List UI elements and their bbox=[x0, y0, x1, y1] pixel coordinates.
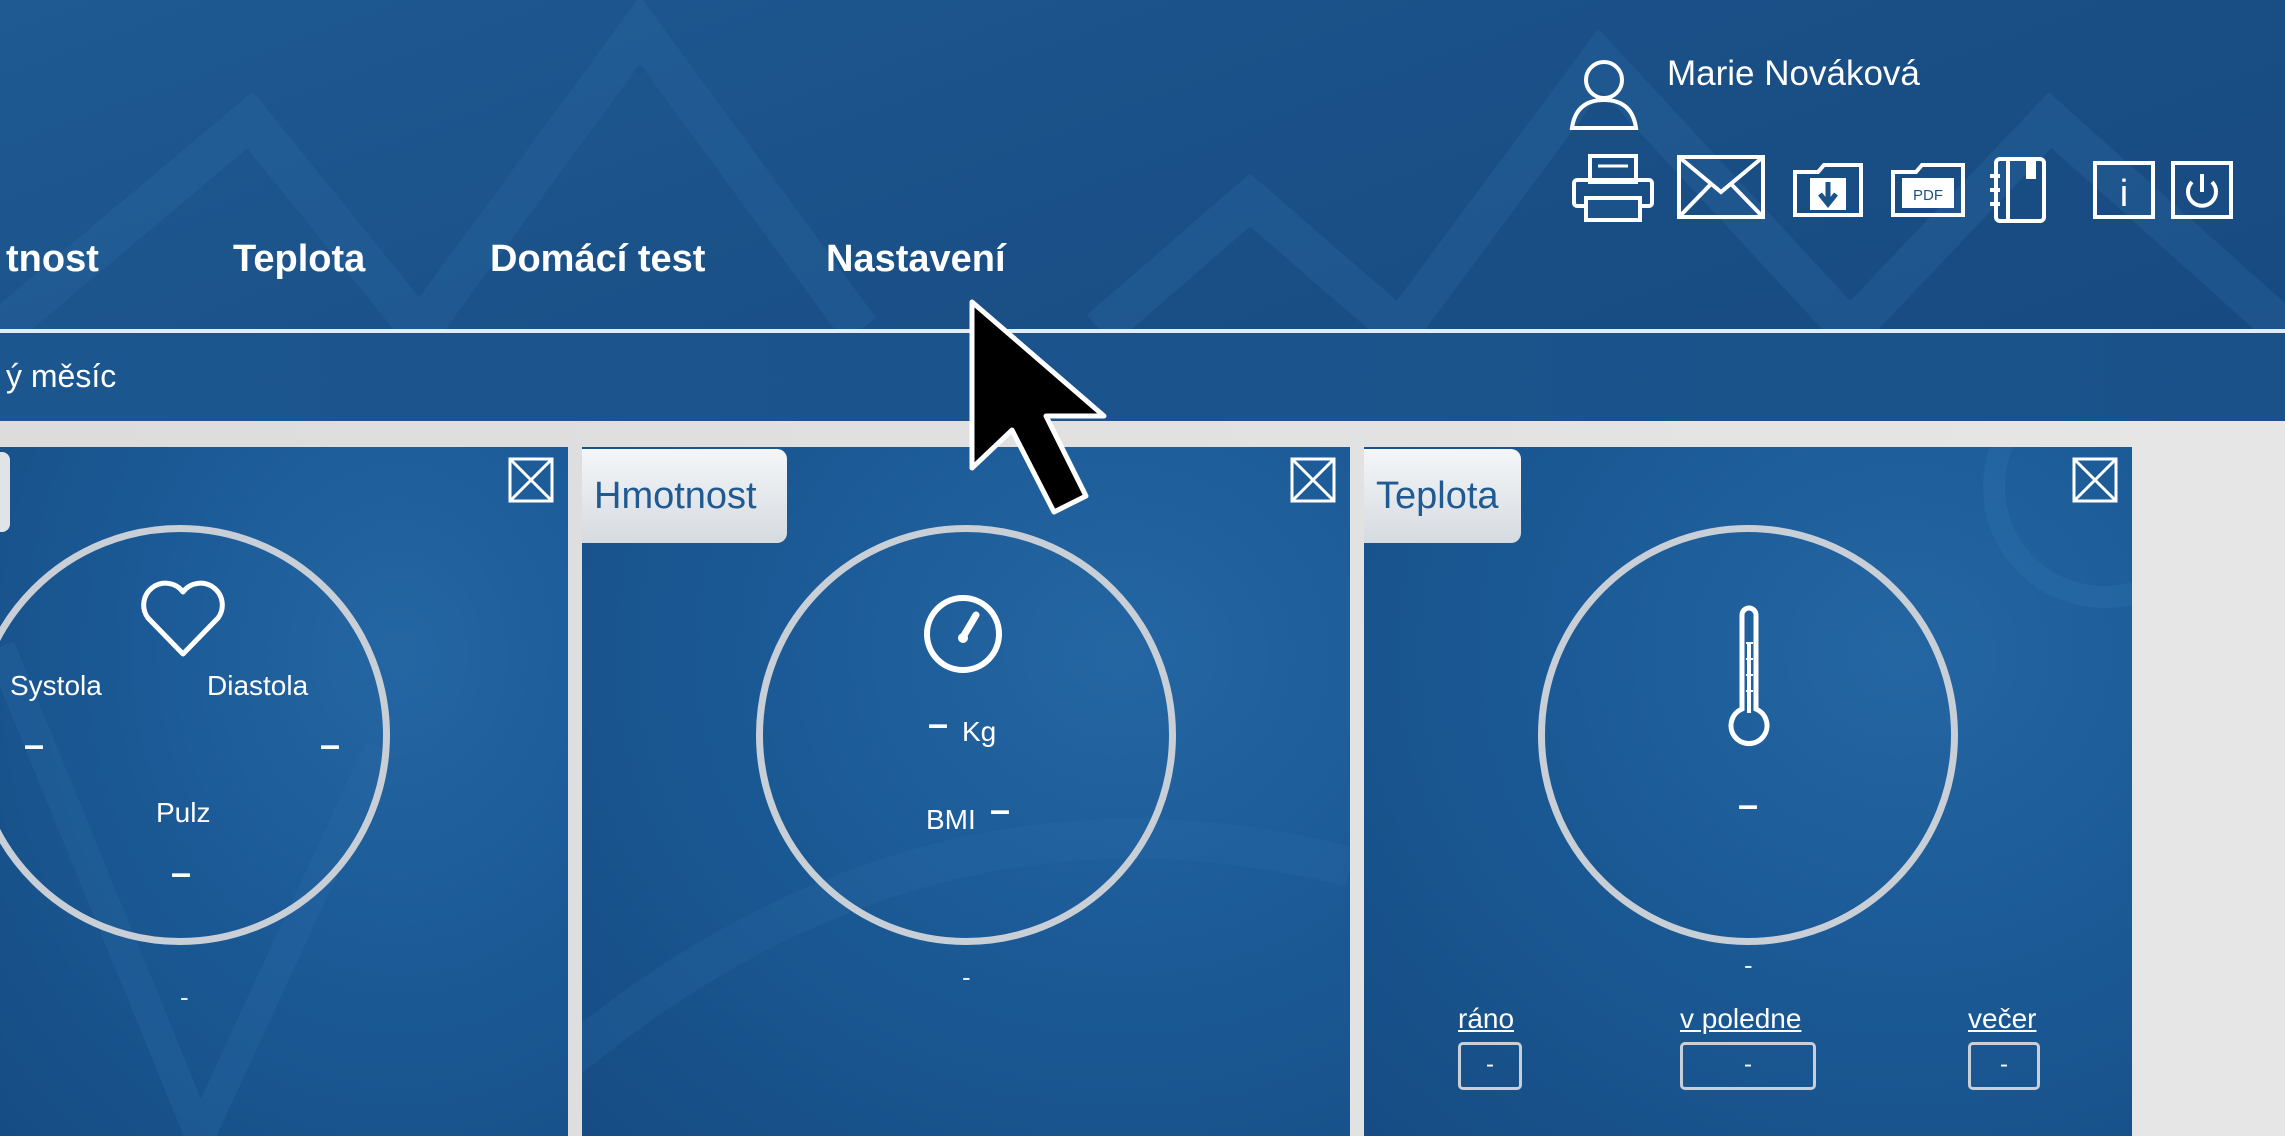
user-icon[interactable] bbox=[1568, 56, 1640, 135]
thermometer-icon bbox=[1726, 603, 1772, 758]
period-selector[interactable]: ý měsíc bbox=[6, 358, 116, 395]
notebook-icon[interactable] bbox=[1986, 156, 2048, 229]
temperature-footer-value: - bbox=[1744, 950, 1753, 980]
svg-text:i: i bbox=[2120, 173, 2128, 215]
envelope-icon[interactable] bbox=[1676, 154, 1766, 227]
info-icon[interactable]: i bbox=[2092, 160, 2156, 225]
pressure-panel-close-icon[interactable] bbox=[508, 457, 554, 503]
time-label-rano: ráno bbox=[1458, 1003, 1515, 1034]
pressure-footer-value: - bbox=[180, 982, 189, 1012]
pulz-label: Pulz bbox=[156, 797, 211, 828]
nav-item-hmotnost[interactable]: tnost bbox=[6, 238, 99, 281]
weight-unit: Kg bbox=[962, 716, 997, 747]
time-value-v-poledne[interactable]: - bbox=[1680, 1042, 1816, 1090]
bmi-label: BMI bbox=[926, 804, 976, 835]
temperature-panel-close-icon[interactable] bbox=[2072, 457, 2118, 503]
time-value-vecer[interactable]: - bbox=[1968, 1042, 2040, 1090]
heart-icon bbox=[140, 580, 226, 663]
systola-value: – bbox=[24, 724, 45, 765]
nav-item-nastaveni[interactable]: Nastavení bbox=[826, 238, 1006, 281]
nav-item-teplota[interactable]: Teplota bbox=[233, 238, 365, 281]
weight-value: – bbox=[928, 703, 949, 744]
pressure-panel-tab bbox=[0, 452, 10, 532]
scale-icon bbox=[922, 593, 1004, 680]
temperature-panel-title: Teplota bbox=[1364, 449, 1521, 543]
weight-panel-title: Hmotnost bbox=[582, 449, 787, 543]
pdf-icon[interactable]: PDF bbox=[1890, 162, 1966, 223]
weight-panel-close-icon[interactable] bbox=[1290, 457, 1336, 503]
time-label-vecer: večer bbox=[1968, 1003, 2037, 1034]
time-label-v-poledne: v poledne bbox=[1680, 1003, 1802, 1034]
diastola-value: – bbox=[320, 724, 341, 765]
nav-item-domaci-test[interactable]: Domácí test bbox=[490, 238, 705, 281]
temperature-value: – bbox=[1738, 784, 1759, 825]
printer-icon[interactable] bbox=[1570, 154, 1656, 229]
weight-footer-value: - bbox=[962, 962, 971, 992]
bmi-value: – bbox=[990, 789, 1011, 830]
systola-label: Systola bbox=[10, 670, 102, 701]
svg-text:PDF: PDF bbox=[1913, 187, 1943, 204]
period-bar bbox=[0, 333, 2285, 421]
pulz-value: – bbox=[171, 852, 192, 893]
mouse-cursor-icon bbox=[968, 298, 1124, 521]
power-icon[interactable] bbox=[2170, 160, 2234, 225]
time-value-rano[interactable]: - bbox=[1458, 1042, 1522, 1090]
diastola-label: Diastola bbox=[207, 670, 309, 701]
download-icon[interactable] bbox=[1792, 162, 1864, 223]
user-name: Marie Nováková bbox=[1667, 54, 1920, 93]
